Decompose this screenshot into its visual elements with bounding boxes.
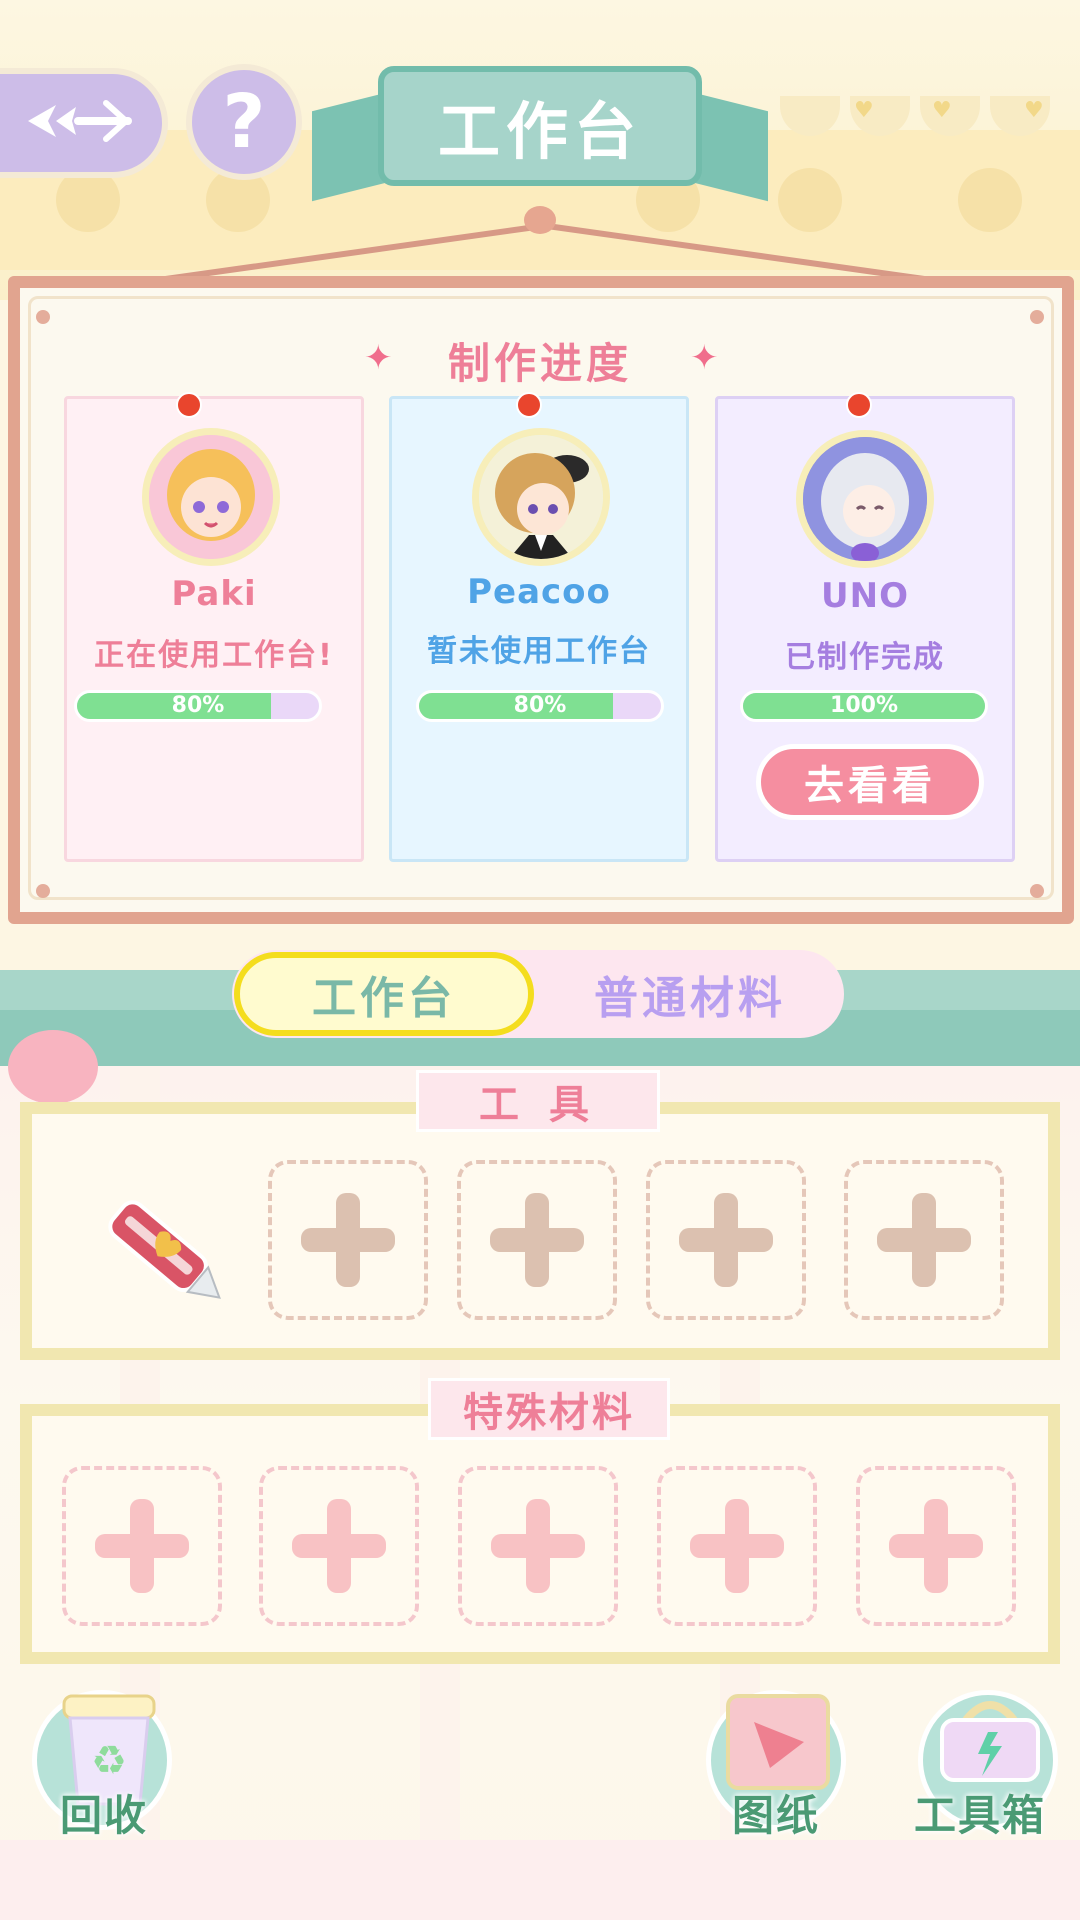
character-name: UNO: [821, 576, 909, 616]
plus-icon: [95, 1499, 189, 1593]
sparkle-icon: ✦: [690, 338, 719, 378]
recycle-label: 回收: [60, 1791, 149, 1840]
character-name: Paki: [171, 574, 257, 614]
avatar: [142, 428, 280, 566]
board-rivet: [1030, 310, 1044, 324]
tab-workbench[interactable]: 工作台: [234, 952, 534, 1036]
plus-icon: [679, 1193, 773, 1287]
bottom-strip: [0, 1840, 1080, 1920]
character-status: 暂未使用工作台: [427, 634, 651, 669]
plus-icon: [490, 1193, 584, 1287]
progress-label: 80%: [171, 693, 225, 718]
material-slot[interactable]: [657, 1466, 817, 1626]
tool-slot[interactable]: [457, 1160, 617, 1320]
progress-bar: 80%: [74, 690, 322, 722]
pushpin-icon: [846, 392, 872, 418]
progress-label: 80%: [513, 693, 567, 718]
pushpin-icon: [176, 392, 202, 418]
avatar: [472, 428, 610, 566]
heart-icon: ♥: [854, 98, 874, 123]
board-rivet: [36, 310, 50, 324]
character-name: Peacoo: [467, 572, 611, 612]
back-button[interactable]: [0, 68, 168, 178]
blueprint-label: 图纸: [732, 1791, 821, 1840]
page-title: 工作台: [378, 66, 702, 186]
heart-icon: ♥: [1024, 98, 1044, 123]
tool-slot[interactable]: [268, 1160, 428, 1320]
tab-common-materials[interactable]: 普通材料: [540, 952, 840, 1036]
avatar: [796, 430, 934, 568]
deco-dot: [958, 168, 1022, 232]
toolbox-button[interactable]: 工具箱: [914, 1690, 1068, 1840]
toolbox-label: 工具箱: [914, 1791, 1047, 1840]
character-status: 已制作完成: [785, 640, 945, 675]
go-view-button[interactable]: 去看看: [756, 744, 984, 820]
board-rivet: [1030, 884, 1044, 898]
plus-icon: [292, 1499, 386, 1593]
back-arrow-icon: [26, 93, 136, 153]
help-button[interactable]: ?: [186, 64, 302, 180]
deco-dot: [778, 168, 842, 232]
progress-bar: 80%: [416, 690, 664, 722]
material-slot[interactable]: [259, 1466, 419, 1626]
plus-icon: [889, 1499, 983, 1593]
tools-label: 工 具: [416, 1070, 660, 1132]
pushpin-icon: [516, 392, 542, 418]
utility-knife-icon[interactable]: [90, 1182, 240, 1322]
heart-icon: ♥: [932, 98, 952, 123]
svg-text:♻: ♻: [91, 1738, 127, 1784]
deco-bow: [8, 1030, 98, 1104]
special-materials-label: 特殊材料: [428, 1378, 670, 1440]
progress-bar: 100%: [740, 690, 988, 722]
character-status: 正在使用工作台!: [94, 638, 334, 673]
board-nail: [524, 206, 556, 234]
tool-slot[interactable]: [844, 1160, 1004, 1320]
progress-label: 100%: [830, 693, 898, 718]
material-slot[interactable]: [62, 1466, 222, 1626]
material-slot[interactable]: [458, 1466, 618, 1626]
plus-icon: [690, 1499, 784, 1593]
recycle-button[interactable]: ♻ 回收: [32, 1690, 182, 1840]
plus-icon: [877, 1193, 971, 1287]
progress-title: 制作进度: [447, 339, 632, 388]
board-rivet: [36, 884, 50, 898]
tool-slot[interactable]: [646, 1160, 806, 1320]
material-slot[interactable]: [856, 1466, 1016, 1626]
blueprint-button[interactable]: 图纸: [706, 1690, 856, 1840]
plus-icon: [491, 1499, 585, 1593]
plus-icon: [301, 1193, 395, 1287]
